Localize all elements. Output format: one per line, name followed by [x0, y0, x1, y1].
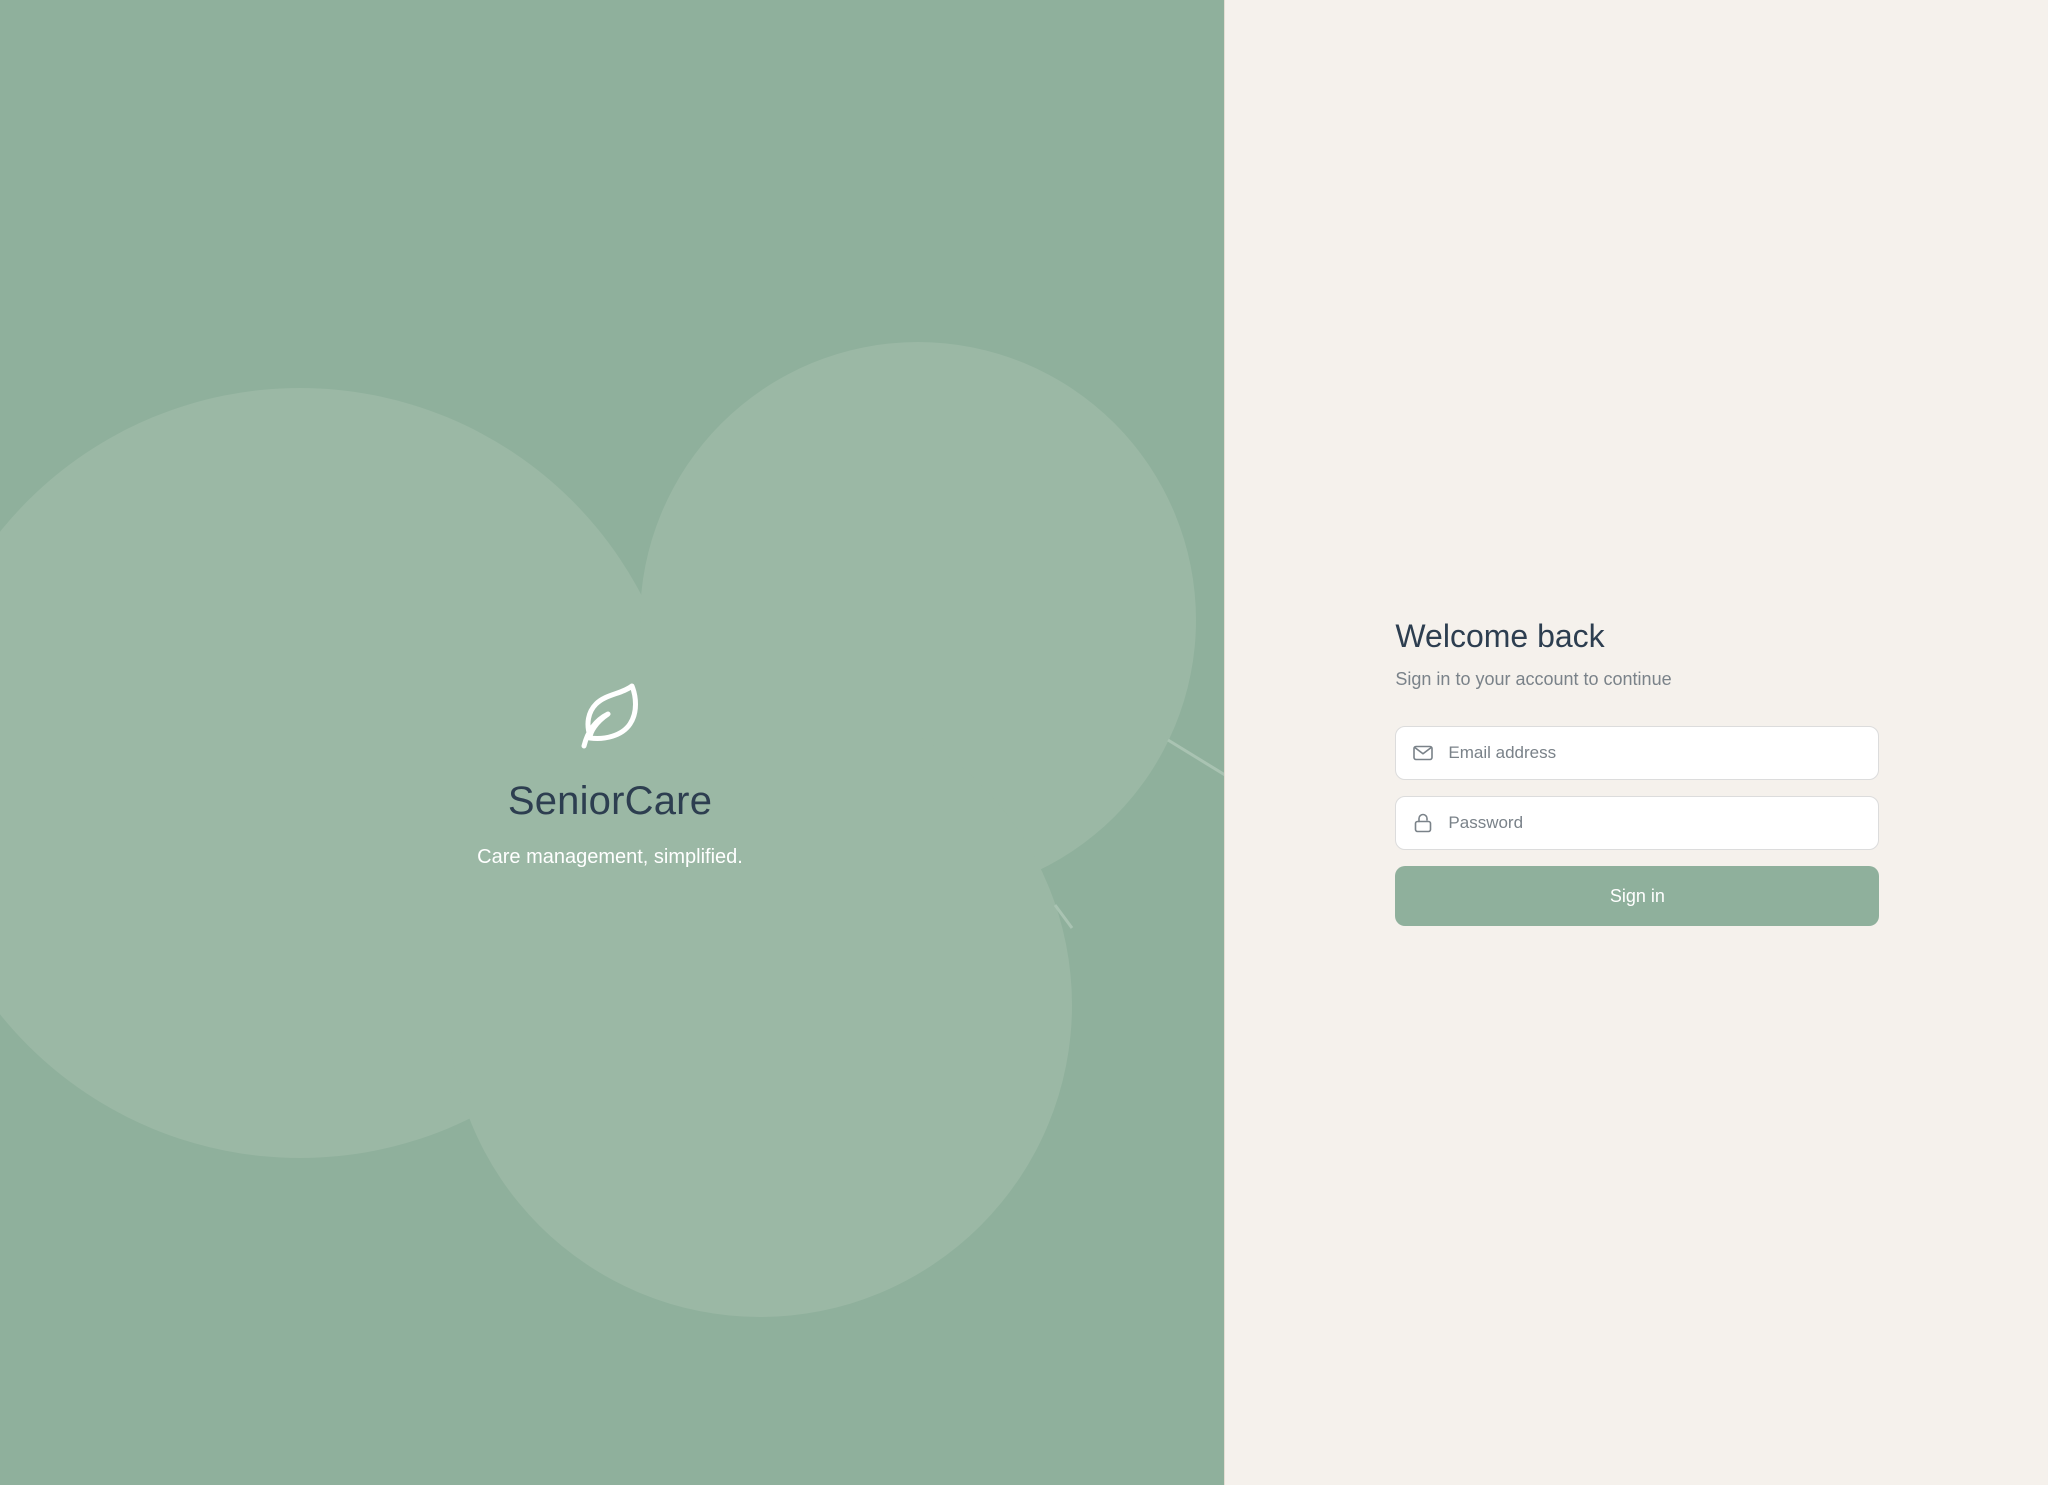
hero-panel: SeniorCare Care management, simplified. [0, 0, 1225, 1485]
lock-icon [1412, 812, 1434, 834]
brand-name: SeniorCare [507, 779, 713, 823]
password-input[interactable] [1446, 796, 1879, 850]
leaf-icon [574, 680, 646, 752]
login-form: Welcome back Sign in to your account to … [1395, 618, 1880, 926]
email-field[interactable] [1395, 726, 1880, 780]
password-field[interactable] [1395, 796, 1880, 850]
login-page: SeniorCare Care management, simplified. … [0, 0, 2048, 1485]
page-subtitle: Sign in to your account to continue [1395, 669, 1672, 689]
mail-icon [1412, 742, 1434, 764]
brand: SeniorCare Care management, simplified. [0, 680, 1220, 869]
login-panel: Welcome back Sign in to your account to … [1224, 0, 2048, 1485]
email-input[interactable] [1446, 726, 1879, 780]
sign-in-button[interactable]: Sign in [1395, 866, 1880, 926]
page-title: Welcome back [1395, 618, 1605, 654]
brand-tagline: Care management, simplified. [477, 846, 743, 868]
